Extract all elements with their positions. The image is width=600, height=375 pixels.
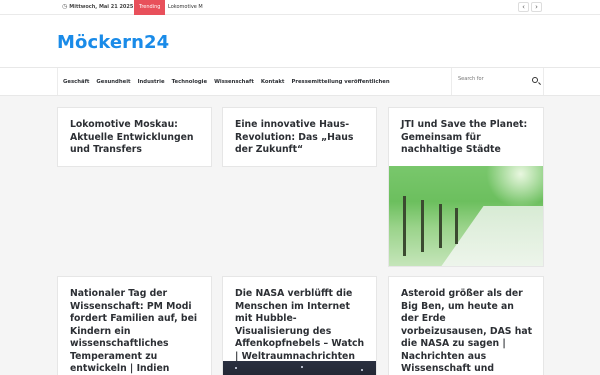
article-card[interactable]: Die NASA verblüfft die Menschen im Inter… bbox=[222, 276, 377, 375]
nav-item-kontakt[interactable]: Kontakt bbox=[261, 79, 285, 85]
article-card[interactable]: Nationaler Tag der Wissenschaft: PM Modi… bbox=[57, 276, 212, 375]
thumbnail-tree bbox=[421, 200, 424, 252]
article-card[interactable]: JTI und Save the Planet: Gemeinsam für n… bbox=[388, 107, 544, 267]
article-title[interactable]: Eine innovative Haus-Revolution: Das „Ha… bbox=[235, 119, 366, 157]
article-title[interactable]: Lokomotive Moskau: Aktuelle Entwicklunge… bbox=[70, 119, 201, 157]
nav-item-technologie[interactable]: Technologie bbox=[172, 79, 207, 85]
article-title[interactable]: Die NASA verblüfft die Menschen im Inter… bbox=[235, 288, 366, 363]
search-input[interactable] bbox=[458, 76, 528, 82]
thumbnail-tree bbox=[439, 204, 442, 248]
nav-item-pressemitteilung[interactable]: Pressemitteilung veröffentlichen bbox=[291, 79, 389, 85]
ticker-controls: ‹ › bbox=[518, 2, 542, 12]
main-nav: Geschäft Gesundheit Industrie Technologi… bbox=[0, 67, 600, 96]
thumbnail-star bbox=[361, 369, 363, 371]
thumbnail-walkway bbox=[434, 206, 543, 266]
date-text: Mittwoch, Mai 21 2025 bbox=[69, 3, 134, 10]
nav-item-wissenschaft[interactable]: Wissenschaft bbox=[214, 79, 254, 85]
site-header: Möckern24 bbox=[0, 15, 600, 67]
date-display: ◷ Mittwoch, Mai 21 2025 bbox=[62, 3, 133, 10]
article-card[interactable]: Eine innovative Haus-Revolution: Das „Ha… bbox=[222, 107, 377, 167]
ticker-next-button[interactable]: › bbox=[531, 2, 542, 12]
nav-item-geschaeft[interactable]: Geschäft bbox=[63, 79, 89, 85]
thumbnail-tree bbox=[455, 208, 458, 244]
article-title[interactable]: Asteroid größer als der Big Ben, um heut… bbox=[401, 288, 533, 375]
thumbnail-star bbox=[235, 367, 237, 369]
article-card[interactable]: Lokomotive Moskau: Aktuelle Entwicklunge… bbox=[57, 107, 212, 167]
trending-ticker-link[interactable]: Lokomotive M bbox=[168, 0, 228, 15]
nav-item-industrie[interactable]: Industrie bbox=[138, 79, 165, 85]
article-thumbnail[interactable] bbox=[223, 361, 376, 375]
thumbnail-star bbox=[301, 366, 303, 368]
article-title[interactable]: Nationaler Tag der Wissenschaft: PM Modi… bbox=[70, 288, 201, 375]
thumbnail-tree bbox=[403, 196, 406, 256]
clock-icon: ◷ bbox=[62, 3, 68, 10]
thumbnail-light bbox=[484, 166, 543, 206]
site-logo[interactable]: Möckern24 bbox=[57, 32, 169, 53]
nav-item-gesundheit[interactable]: Gesundheit bbox=[96, 79, 130, 85]
article-title[interactable]: JTI und Save the Planet: Gemeinsam für n… bbox=[401, 119, 533, 157]
search-box bbox=[451, 68, 543, 95]
article-thumbnail[interactable] bbox=[389, 166, 543, 266]
ticker-prev-button[interactable]: ‹ bbox=[518, 2, 529, 12]
nav-menu: Geschäft Gesundheit Industrie Technologi… bbox=[63, 68, 397, 95]
trending-label: Trending bbox=[134, 0, 166, 15]
top-bar: ◷ Mittwoch, Mai 21 2025 Trending Lokomot… bbox=[0, 0, 600, 15]
search-icon[interactable] bbox=[532, 77, 538, 83]
article-card[interactable]: Asteroid größer als der Big Ben, um heut… bbox=[388, 276, 544, 375]
